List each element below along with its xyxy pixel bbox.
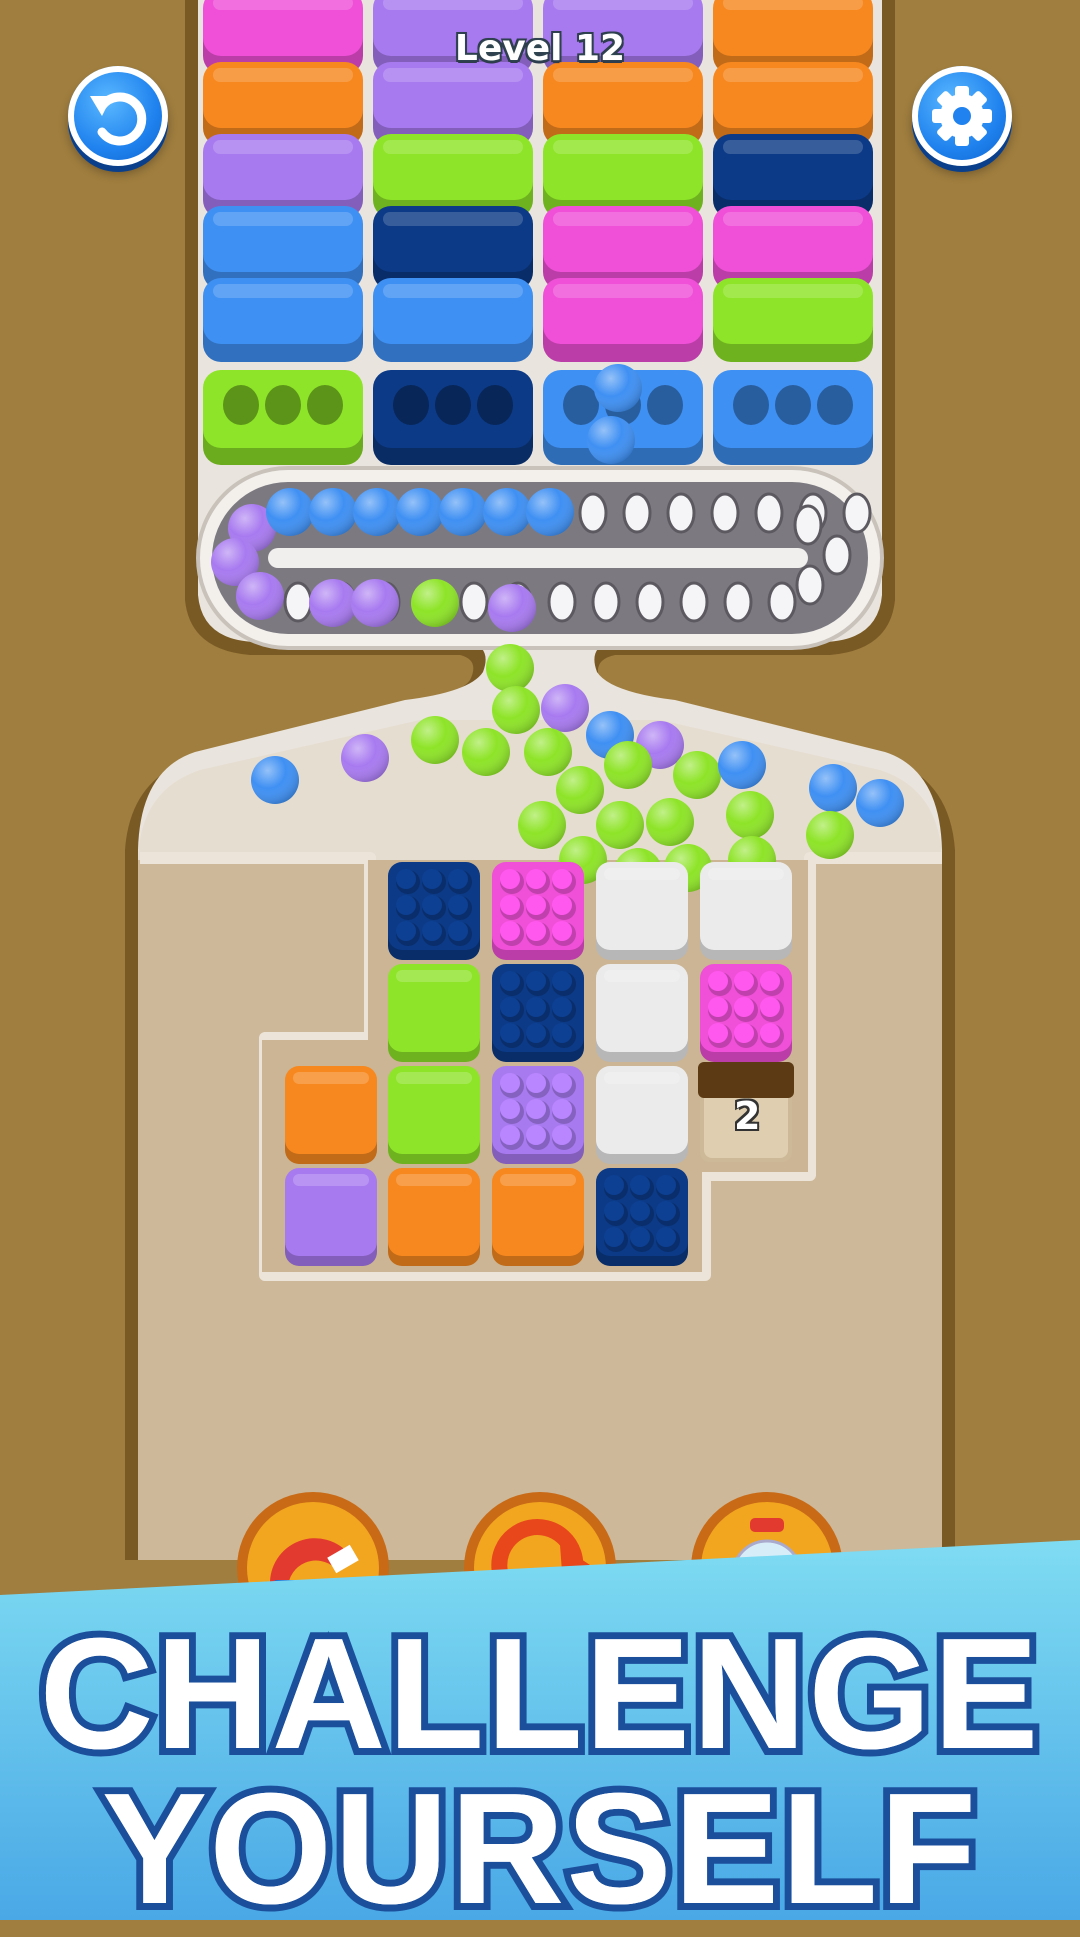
bin-3-4 — [713, 278, 873, 362]
falling-ball — [596, 801, 644, 849]
grid-cell-0-2[interactable] — [492, 862, 584, 960]
restart-arrow-icon — [90, 92, 147, 146]
conveyor-slot — [635, 581, 665, 623]
conveyor-ball — [526, 488, 574, 536]
conveyor-ball — [411, 579, 459, 627]
grid-cell-0-3[interactable] — [596, 862, 688, 960]
falling-ball — [341, 734, 389, 782]
conveyor-slot — [459, 581, 489, 623]
bin-0-4 — [203, 278, 363, 362]
grid-cell-1-2[interactable] — [492, 964, 584, 1062]
grid-cell-1-3[interactable] — [596, 964, 688, 1062]
falling-ball — [462, 728, 510, 776]
conveyor-slot — [666, 492, 696, 534]
conveyor-slot — [591, 581, 621, 623]
level-title: Level 12 — [454, 28, 626, 69]
bin-2-3 — [543, 206, 703, 290]
grid-cell-1-1[interactable] — [388, 964, 480, 1062]
conveyor-slot — [710, 492, 740, 534]
conveyor-ball — [309, 579, 357, 627]
conveyor-ball — [353, 488, 401, 536]
bin-1-1 — [373, 62, 533, 146]
falling-ball — [556, 766, 604, 814]
grid-cell-2-0[interactable] — [285, 1066, 377, 1164]
bin-1-2 — [373, 134, 533, 218]
bin-3-3 — [713, 206, 873, 290]
bin-1-5[interactable] — [373, 370, 533, 465]
falling-ball — [411, 716, 459, 764]
grid-cell-2-2[interactable] — [492, 1066, 584, 1164]
falling-ball — [673, 751, 721, 799]
conveyor-ball — [351, 579, 399, 627]
conveyor-slot — [622, 492, 652, 534]
locked-box-counter: 2 — [734, 1094, 761, 1138]
bin-2-4 — [543, 278, 703, 362]
conveyor-belt — [196, 466, 884, 650]
bin-3-1 — [713, 62, 873, 146]
bin-0-1 — [203, 62, 363, 146]
settings-button[interactable] — [912, 66, 1012, 166]
falling-ball — [518, 801, 566, 849]
bin-1-3 — [373, 206, 533, 290]
conveyor-slot — [578, 492, 608, 534]
bin-3-2 — [713, 134, 873, 218]
conveyor-slot — [795, 564, 825, 606]
conveyor-slot — [793, 504, 823, 546]
falling-ball — [541, 684, 589, 732]
falling-ball — [492, 686, 540, 734]
falling-ball — [587, 416, 635, 464]
grid-cell-3-2[interactable] — [492, 1168, 584, 1266]
banner-line2: YOURSELF — [101, 1761, 979, 1937]
falling-ball — [809, 764, 857, 812]
grid-cell-0-4[interactable] — [700, 862, 792, 960]
falling-ball — [486, 644, 534, 692]
grid-cell-3-0[interactable] — [285, 1168, 377, 1266]
bin-0-2 — [203, 134, 363, 218]
bin-1-4 — [373, 278, 533, 362]
conveyor-slot — [723, 581, 753, 623]
conveyor-slot — [283, 581, 313, 623]
falling-ball — [718, 741, 766, 789]
conveyor-ball — [483, 488, 531, 536]
conveyor-slot — [679, 581, 709, 623]
grid-cell-3-3[interactable] — [596, 1168, 688, 1266]
conveyor-slot — [822, 534, 852, 576]
falling-ball — [806, 811, 854, 859]
conveyor-ball — [396, 488, 444, 536]
banner-line1: CHALLENGE — [39, 1606, 1041, 1782]
bin-0-3 — [203, 206, 363, 290]
grid-cell-2-3[interactable] — [596, 1066, 688, 1164]
falling-ball — [604, 741, 652, 789]
conveyor-ball — [439, 488, 487, 536]
grid-cell-2-1[interactable] — [388, 1066, 480, 1164]
conveyor-ball — [236, 572, 284, 620]
grid-cell-3-1[interactable] — [388, 1168, 480, 1266]
gear-icon — [932, 86, 992, 146]
conveyor-ball — [309, 488, 357, 536]
bin-3-5[interactable] — [713, 370, 873, 465]
grid-cell-0-1[interactable] — [388, 862, 480, 960]
bin-2-1 — [543, 62, 703, 146]
bin-2-2 — [543, 134, 703, 218]
grid-cell-1-4[interactable] — [700, 964, 792, 1062]
conveyor-ball — [488, 584, 536, 632]
falling-ball — [726, 791, 774, 839]
falling-ball — [524, 728, 572, 776]
conveyor-ball — [266, 488, 314, 536]
conveyor-slot — [767, 581, 797, 623]
falling-ball — [856, 779, 904, 827]
falling-ball — [594, 364, 642, 412]
conveyor-slot — [842, 492, 872, 534]
restart-button[interactable] — [68, 66, 168, 166]
falling-ball — [646, 798, 694, 846]
bin-0-5[interactable] — [203, 370, 363, 465]
conveyor-slot — [754, 492, 784, 534]
falling-ball — [251, 756, 299, 804]
conveyor-slot — [547, 581, 577, 623]
